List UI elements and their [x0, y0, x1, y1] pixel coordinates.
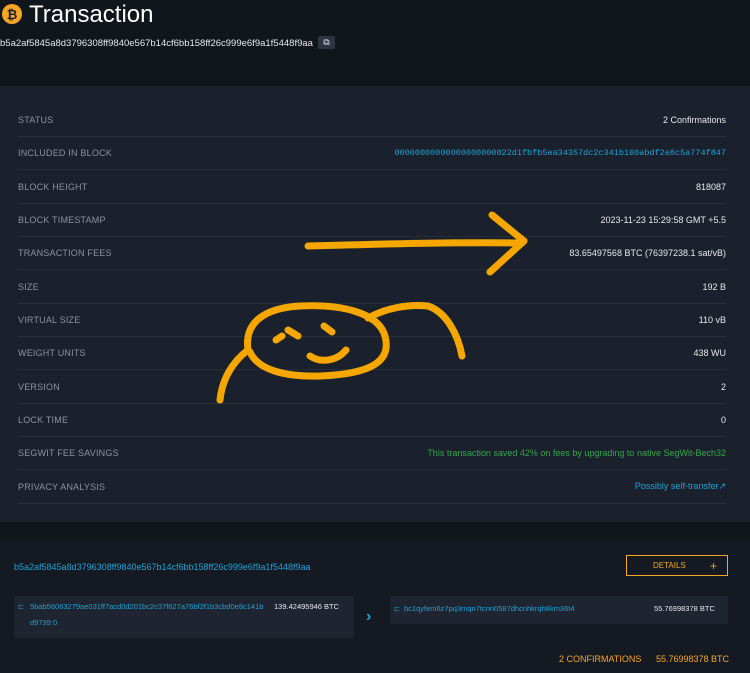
- virtual-size-value: 110 vB: [698, 314, 726, 325]
- version-value: 2: [720, 381, 726, 392]
- row-label: SIZE: [18, 281, 39, 292]
- input-prefix-icon: ⊏: [18, 602, 25, 611]
- privacy-analysis-link[interactable]: Possibly self-transfer↗: [635, 481, 726, 492]
- input-item: ⊏ 5bab56063279ae031ff7acd0d201bc2c37f627…: [14, 596, 354, 638]
- output-prefix-icon: ⊏: [394, 604, 401, 613]
- segwit-savings-value: This transaction saved 42% on fees by up…: [427, 447, 726, 458]
- row-privacy-analysis: PRIVACY ANALYSIS Possibly self-transfer↗: [18, 470, 726, 504]
- weight-units-value: 438 WU: [693, 347, 726, 358]
- row-block-timestamp: BLOCK TIMESTAMP 2023-11-23 15:29:58 GMT …: [18, 203, 726, 237]
- chevron-right-icon: ›: [366, 608, 372, 625]
- row-virtual-size: VIRTUAL SIZE 110 vB: [18, 303, 726, 337]
- row-label: WEIGHT UNITS: [18, 347, 86, 358]
- details-button[interactable]: DETAILS +: [626, 555, 728, 576]
- input-address-link-cont[interactable]: d9739:0: [30, 618, 57, 627]
- row-label: SEGWIT FEE SAVINGS: [18, 447, 119, 458]
- row-lock-time: LOCK TIME 0: [18, 403, 726, 437]
- row-segwit-fee-savings: SEGWIT FEE SAVINGS This transaction save…: [18, 436, 726, 470]
- row-label: VERSION: [18, 381, 60, 392]
- flow-txid-link[interactable]: b5a2af5845a8d3796308ff9840e567b14cf6bb15…: [14, 562, 310, 572]
- transaction-details-panel: STATUS 2 Confirmations INCLUDED IN BLOCK…: [0, 86, 750, 522]
- row-label: BLOCK HEIGHT: [18, 181, 88, 192]
- total-amount: 55.76998378 BTC: [656, 654, 730, 664]
- output-address-link[interactable]: bc1qyfem6z7pq3mqn7tcnn0587dhcnhkrqh8km36…: [404, 604, 575, 613]
- page-header: ₿ Transaction b5a2af5845a8d3796308ff9840…: [0, 0, 750, 80]
- row-weight-units: WEIGHT UNITS 438 WU: [18, 336, 726, 370]
- row-label: BLOCK TIMESTAMP: [18, 214, 106, 225]
- transaction-fees-value: 83.65497568 BTC (76397238.1 sat/vB): [569, 247, 726, 258]
- plus-icon: +: [709, 558, 717, 573]
- block-timestamp-value: 2023-11-23 15:29:58 GMT +5.5: [600, 214, 726, 225]
- input-address-link[interactable]: 5bab56063279ae031ff7acd0d201bc2c37f627a7…: [30, 602, 263, 611]
- transaction-id: b5a2af5845a8d3796308ff9840e567b14cf6bb15…: [0, 38, 313, 49]
- block-hash-link[interactable]: 00000000000000000000022d1fbfb5ea34357dc2…: [394, 148, 726, 158]
- status-value: 2 Confirmations: [662, 114, 726, 125]
- row-block-height: BLOCK HEIGHT 818087: [18, 170, 726, 204]
- output-amount: 55.76998378 BTC: [654, 604, 715, 613]
- row-included-in-block: INCLUDED IN BLOCK 0000000000000000000002…: [18, 136, 726, 170]
- row-size: SIZE 192 B: [18, 270, 726, 304]
- row-label: VIRTUAL SIZE: [18, 314, 81, 325]
- block-height-value: 818087: [695, 181, 726, 192]
- page-title: Transaction: [29, 1, 154, 28]
- confirmations-badge: 2 CONFIRMATIONS: [559, 654, 642, 664]
- bitcoin-logo-icon: ₿: [2, 4, 22, 24]
- row-label: PRIVACY ANALYSIS: [18, 481, 106, 492]
- row-label: STATUS: [18, 114, 54, 125]
- lock-time-value: 0: [720, 414, 726, 425]
- copy-txid-button[interactable]: ⧉: [318, 36, 335, 49]
- input-amount: 139.42495946 BTC: [274, 602, 340, 611]
- size-value: 192 B: [702, 281, 726, 292]
- row-status: STATUS 2 Confirmations: [18, 103, 726, 137]
- details-button-label: DETAILS: [653, 561, 686, 570]
- row-label: TRANSACTION FEES: [18, 247, 112, 258]
- row-label: LOCK TIME: [18, 414, 69, 425]
- row-transaction-fees: TRANSACTION FEES 83.65497568 BTC (763972…: [18, 236, 726, 270]
- row-label: INCLUDED IN BLOCK: [18, 147, 112, 158]
- output-item: ⊏ bc1qyfem6z7pq3mqn7tcnn0587dhcnhkrqh8km…: [390, 596, 728, 624]
- row-version: VERSION 2: [18, 370, 726, 404]
- transaction-flow-section: b5a2af5845a8d3796308ff9840e567b14cf6bb15…: [0, 540, 750, 673]
